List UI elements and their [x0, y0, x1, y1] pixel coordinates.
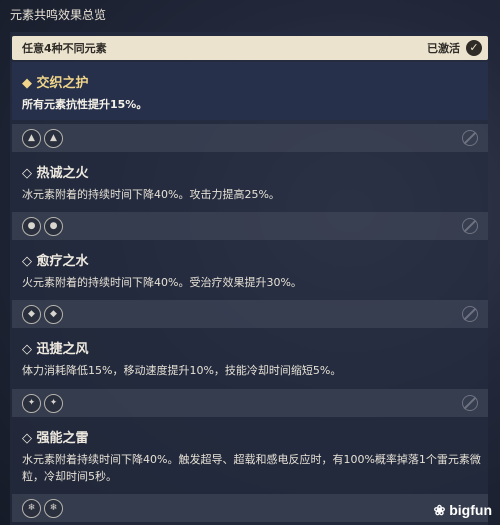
element-icon-row: ▲ ▲: [12, 124, 488, 152]
effect-description: 水元素附着持续时间下降40%。触发超导、超载和感电反应时，有100%概率掉落1个…: [22, 453, 481, 483]
inactive-icon: [462, 395, 478, 411]
bigfun-watermark: ❀ bigfun: [433, 502, 492, 518]
element-icon-row: ● ●: [12, 212, 488, 240]
active-effect: ◆ 交织之护 所有元素抗性提升15%。: [12, 62, 488, 120]
hydro-icon: ●: [44, 217, 63, 236]
hydro-icon: ●: [22, 217, 41, 236]
effect-description: 冰元素附着的持续时间下降40%。攻击力提高25%。: [22, 188, 280, 201]
effect-name: ◇ 迅捷之风: [22, 342, 89, 357]
element-icon-row: ❄ ❄: [12, 494, 488, 522]
effect-description: 体力消耗降低15%，移动速度提升10%，技能冷却时间缩短5%。: [22, 364, 342, 377]
electro-icon: ✦: [22, 394, 41, 413]
cryo-icon: ❄: [22, 499, 41, 518]
status-label: 已激活: [427, 42, 460, 55]
resonance-effect: ◇ 迅捷之风 体力消耗降低15%，移动速度提升10%，技能冷却时间缩短5%。: [12, 330, 488, 386]
inactive-icon: [462, 130, 478, 146]
check-circle-icon: ✓: [466, 40, 482, 56]
effect-name: ◇ 热诚之火: [22, 166, 89, 181]
effect-name: ◇ 愈疗之水: [22, 254, 89, 269]
condition-label: 任意4种不同元素: [22, 42, 107, 55]
effect-name: ◇ 强能之雷: [22, 431, 89, 446]
element-icon-row: ◆ ◆: [12, 300, 488, 328]
active-condition-bar: 任意4种不同元素 已激活 ✓: [12, 36, 488, 60]
element-icon-row: ✦ ✦: [12, 389, 488, 417]
page-title: 元素共鸣效果总览: [10, 8, 107, 22]
anemo-icon: ◆: [22, 305, 41, 324]
pyro-icon: ▲: [44, 129, 63, 148]
effect-name: ◆ 交织之护: [22, 76, 89, 91]
cryo-icon: ❄: [44, 499, 63, 518]
window-header: 元素共鸣效果总览: [0, 0, 500, 30]
resonance-effect: ◇ 热诚之火 冰元素附着的持续时间下降40%。攻击力提高25%。: [12, 154, 488, 210]
inactive-icon: [462, 218, 478, 234]
resonance-effect: ◇ 强能之雷 水元素附着持续时间下降40%。触发超导、超载和感电反应时，有100…: [12, 419, 488, 491]
resonance-effect: ◇ 愈疗之水 火元素附着的持续时间下降40%。受治疗效果提升30%。: [12, 242, 488, 298]
inactive-icon: [462, 306, 478, 322]
effect-description: 火元素附着的持续时间下降40%。受治疗效果提升30%。: [22, 276, 302, 289]
anemo-icon: ◆: [44, 305, 63, 324]
pyro-icon: ▲: [22, 129, 41, 148]
electro-icon: ✦: [44, 394, 63, 413]
effect-description: 所有元素抗性提升15%。: [22, 98, 148, 111]
